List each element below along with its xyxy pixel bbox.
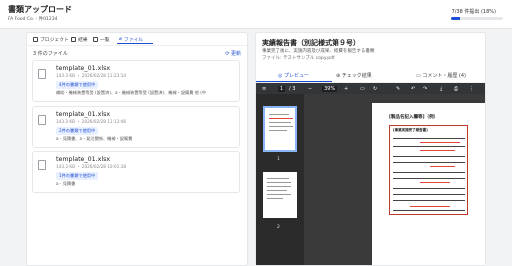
document-file: ファイル: テストサンプル copy.pdf (262, 56, 335, 61)
document-description: 事業完了後に、実施内容及び成果、経費を報告する書類 (262, 49, 375, 54)
zoom-out-icon[interactable]: − (308, 86, 312, 92)
page-thumbnail[interactable] (263, 106, 297, 152)
thumbnail-sidebar: 1 2 (256, 94, 304, 265)
file-icon (38, 69, 46, 79)
usage-badge: 4件の書類で使用中 (56, 81, 99, 89)
pdf-form: [事業実施完了報告書] (389, 125, 468, 215)
progress-fill (451, 17, 461, 20)
page-number-label: 1 (277, 157, 280, 162)
tab-check-results[interactable]: ⊕ チェック結果 (336, 72, 372, 79)
file-meta: 143.3 KB ・ 2026/02/28 11:23:14 (56, 73, 127, 78)
clip-icon: ⌀ (119, 37, 122, 42)
fit-page-icon[interactable]: ▭ (360, 86, 365, 92)
tab-results[interactable]: 結果 (71, 36, 88, 43)
zoom-level[interactable]: 39% (322, 86, 338, 92)
tab-label: ファイル (123, 38, 144, 43)
files-panel: プロジェクト 結果 一覧 ⌀ ファイル 3 件のファイル ⟳ 更新 templat… (26, 32, 248, 266)
file-icon (38, 160, 46, 170)
check-icon: ⊕ (336, 73, 341, 79)
usage-list: a - 見積書 (56, 181, 76, 186)
download-icon[interactable]: ⤓ (440, 86, 442, 92)
tab-label: 一覧 (100, 38, 110, 43)
tab-underline (256, 81, 332, 82)
usage-list: a - 見積書、a - 発注関係、機械・設備費 (56, 136, 133, 141)
usage-badge: 2件の書類で使用中 (56, 127, 99, 135)
document-panel: 実績報告書（別記様式第９号） 事業完了後に、実施内容及び成果、経費を報告する書類… (255, 32, 486, 266)
list-icon (93, 37, 98, 42)
file-count: 3 件のファイル (33, 51, 68, 57)
undo-icon[interactable]: ↶ (411, 86, 415, 92)
left-tabs: プロジェクト 結果 一覧 ⌀ ファイル (27, 33, 247, 46)
redo-icon[interactable]: ↷ (423, 86, 427, 92)
document-tabs: ◎ プレビュー ⊕ チェック結果 ▭ コメント・履歴 (4) (256, 70, 485, 83)
document-title: 実績報告書（別記様式第９号） (262, 39, 360, 47)
tab-comments[interactable]: ▭ コメント・履歴 (4) (416, 72, 466, 79)
tab-label: 結果 (78, 38, 88, 43)
comment-icon: ▭ (416, 73, 421, 79)
pen-icon[interactable]: ✎ (396, 86, 400, 92)
page-title: 書類アップロード (8, 5, 72, 14)
file-name: template_01.xlsx (56, 65, 111, 72)
pdf-toolbar: ≡ 1 / 3 − 39% + ▭ ↻ ✎ ↶ ↷ ⤓ ⎙ ⋮ (256, 83, 485, 94)
file-meta: 143.3 KB ・ 2026/02/28 11:13:46 (56, 119, 127, 124)
tab-label: チェック結果 (341, 73, 372, 79)
file-name: template_01.xlsx (56, 156, 111, 163)
file-meta: 143.3 KB ・ 2026/02/28 10:01:38 (56, 164, 127, 169)
rotate-icon[interactable]: ↻ (373, 86, 377, 92)
file-name: template_01.xlsx (56, 111, 111, 118)
pdf-form-title: [事業実施完了報告書] (393, 128, 428, 132)
file-icon (38, 115, 46, 125)
print-icon[interactable]: ⎙ (454, 86, 458, 92)
pdf-document-title: [製品名記入欄等]（例） (389, 115, 439, 120)
tab-label: コメント・履歴 (4) (422, 73, 467, 79)
page-subtitle: FA Food Co. - 件01234 (8, 17, 58, 22)
tab-project[interactable]: プロジェクト (33, 36, 69, 43)
refresh-label: 更新 (230, 51, 241, 57)
pdf-viewer[interactable]: ≡ 1 / 3 − 39% + ▭ ↻ ✎ ↶ ↷ ⤓ ⎙ ⋮ 1 2 [製品名… (256, 83, 485, 265)
page-input[interactable]: 1 (278, 86, 286, 92)
app-header: 書類アップロード FA Food Co. - 件01234 7/38 件提出 (… (0, 0, 512, 29)
refresh-icon: ⟳ (225, 51, 230, 57)
refresh-button[interactable]: ⟳ 更新 (225, 50, 241, 57)
tab-preview[interactable]: ◎ プレビュー (278, 72, 309, 79)
page-total: / 3 (289, 86, 296, 92)
file-card[interactable]: template_01.xlsx 143.3 KB ・ 2026/02/28 1… (32, 60, 240, 102)
tab-files[interactable]: ⌀ ファイル (119, 36, 143, 43)
usage-list: 補助・機械装置等受 (設置済)、a - 機械装置等受 (設置済)、機械・設備費 … (56, 90, 207, 95)
page-number-label: 2 (277, 225, 280, 230)
tab-underline (117, 43, 153, 44)
grid-icon (71, 37, 76, 42)
more-icon[interactable]: ⋮ (469, 86, 474, 92)
usage-badge: 1件の書類で使用中 (56, 172, 99, 180)
page-thumbnail[interactable] (263, 172, 297, 218)
progress-bar (451, 17, 503, 20)
file-card[interactable]: template_01.xlsx 143.3 KB ・ 2026/02/28 1… (32, 106, 240, 148)
progress-text: 7/38 件提出 (18%) (451, 9, 496, 15)
zoom-in-icon[interactable]: + (344, 86, 348, 92)
file-card[interactable]: template_01.xlsx 143.3 KB ・ 2026/02/28 1… (32, 151, 240, 193)
pdf-page: [製品名記入欄等]（例） [事業実施完了報告書] (372, 103, 485, 265)
tab-list[interactable]: 一覧 (93, 36, 110, 43)
building-icon (33, 37, 38, 42)
menu-icon[interactable]: ≡ (262, 86, 266, 92)
tab-label: プロジェクト (40, 38, 69, 43)
